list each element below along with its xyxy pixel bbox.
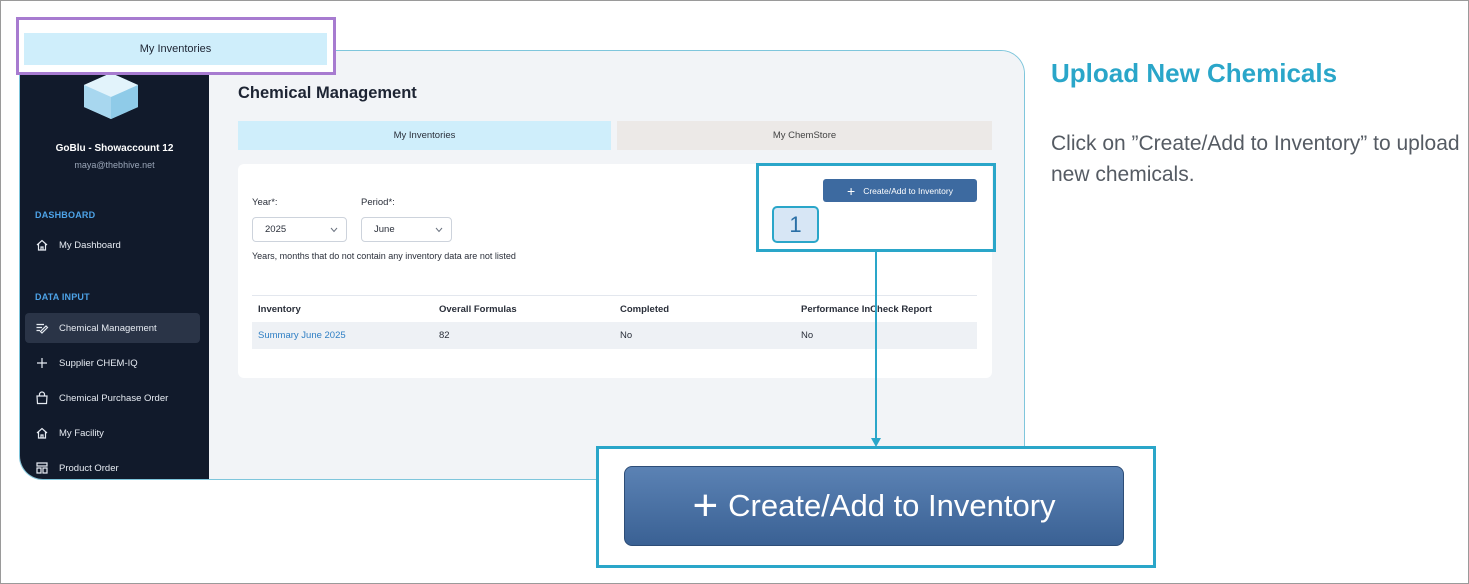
- home-icon: [36, 427, 48, 439]
- logo-icon: [84, 73, 138, 119]
- sidebar-item-label: Chemical Management: [59, 322, 157, 334]
- year-value: 2025: [265, 224, 287, 235]
- year-label: Year*:: [252, 197, 278, 208]
- sidebar: GoBlu - Showaccount 12 maya@thebhive.net…: [20, 51, 209, 479]
- column-header: Completed: [620, 303, 670, 315]
- period-label: Period*:: [361, 197, 395, 208]
- sidebar-item-label: Chemical Purchase Order: [59, 392, 169, 404]
- sidebar-item-label: My Facility: [59, 427, 104, 439]
- page-title: Chemical Management: [238, 84, 417, 102]
- zoomed-create-add-inventory-button[interactable]: + Create/Add to Inventory: [624, 466, 1124, 546]
- sidebar-item-supplier-chem-iq[interactable]: Supplier CHEM-IQ: [25, 348, 200, 378]
- tooltip-callout: My Inventories: [16, 17, 336, 75]
- account-name: GoBlu - Showaccount 12: [55, 143, 174, 154]
- sidebar-item-product-order[interactable]: Product Order: [25, 453, 200, 479]
- year-select[interactable]: 2025: [252, 217, 347, 242]
- tab-my-chemstore[interactable]: My ChemStore: [617, 121, 992, 150]
- chevron-down-icon: [330, 227, 338, 233]
- inventory-table: Inventory Overall Formulas Completed Per…: [252, 295, 977, 349]
- section-data-input: DATA INPUT: [35, 292, 90, 302]
- sidebar-item-label: My Dashboard: [59, 239, 121, 251]
- sidebar-item-label: Supplier CHEM-IQ: [59, 357, 138, 369]
- period-select[interactable]: June: [361, 217, 452, 242]
- plus-icon: [37, 358, 47, 368]
- home-icon: [36, 239, 48, 251]
- tab-my-inventories[interactable]: My Inventories: [238, 121, 611, 150]
- step-badge: 1: [772, 206, 819, 243]
- column-header: Inventory: [258, 303, 301, 315]
- table-row: Summary June 2025 82 No No: [252, 322, 977, 349]
- shopping-bag-icon: [36, 391, 48, 405]
- column-header: Performance InCheck Report: [801, 303, 932, 315]
- panel-instruction: Click on ”Create/Add to Inventory” to up…: [1051, 132, 1460, 186]
- sidebar-item-chemical-purchase-order[interactable]: Chemical Purchase Order: [25, 383, 200, 413]
- main-content: Chemical Management My Inventories My Ch…: [209, 51, 1024, 479]
- button-label: Create/Add to Inventory: [728, 488, 1056, 523]
- table-cell: 82: [439, 330, 450, 341]
- chevron-down-icon: [435, 227, 443, 233]
- tooltip-label: My Inventories: [24, 33, 327, 65]
- grid-icon: [36, 462, 48, 474]
- column-header: Overall Formulas: [439, 303, 517, 315]
- sidebar-item-my-dashboard[interactable]: My Dashboard: [25, 230, 200, 260]
- plus-icon: +: [692, 481, 719, 530]
- panel-title: Upload New Chemicals: [1051, 58, 1338, 88]
- account-email: maya@thebhive.net: [74, 160, 155, 170]
- table-cell: No: [620, 330, 633, 341]
- section-dashboard: DASHBOARD: [35, 210, 96, 220]
- period-value: June: [374, 224, 395, 235]
- edit-list-icon: [36, 323, 49, 334]
- inventory-link[interactable]: Summary June 2025: [252, 330, 433, 341]
- sidebar-item-my-facility[interactable]: My Facility: [25, 418, 200, 448]
- filter-hint: Years, months that do not contain any in…: [252, 251, 516, 261]
- zoom-callout: + Create/Add to Inventory: [596, 446, 1156, 568]
- table-cell: No: [801, 330, 814, 341]
- table-header: Inventory Overall Formulas Completed Per…: [252, 295, 977, 322]
- sidebar-item-chemical-management[interactable]: Chemical Management: [25, 313, 200, 343]
- sidebar-item-label: Product Order: [59, 462, 119, 474]
- app-window: GoBlu - Showaccount 12 maya@thebhive.net…: [19, 50, 1025, 480]
